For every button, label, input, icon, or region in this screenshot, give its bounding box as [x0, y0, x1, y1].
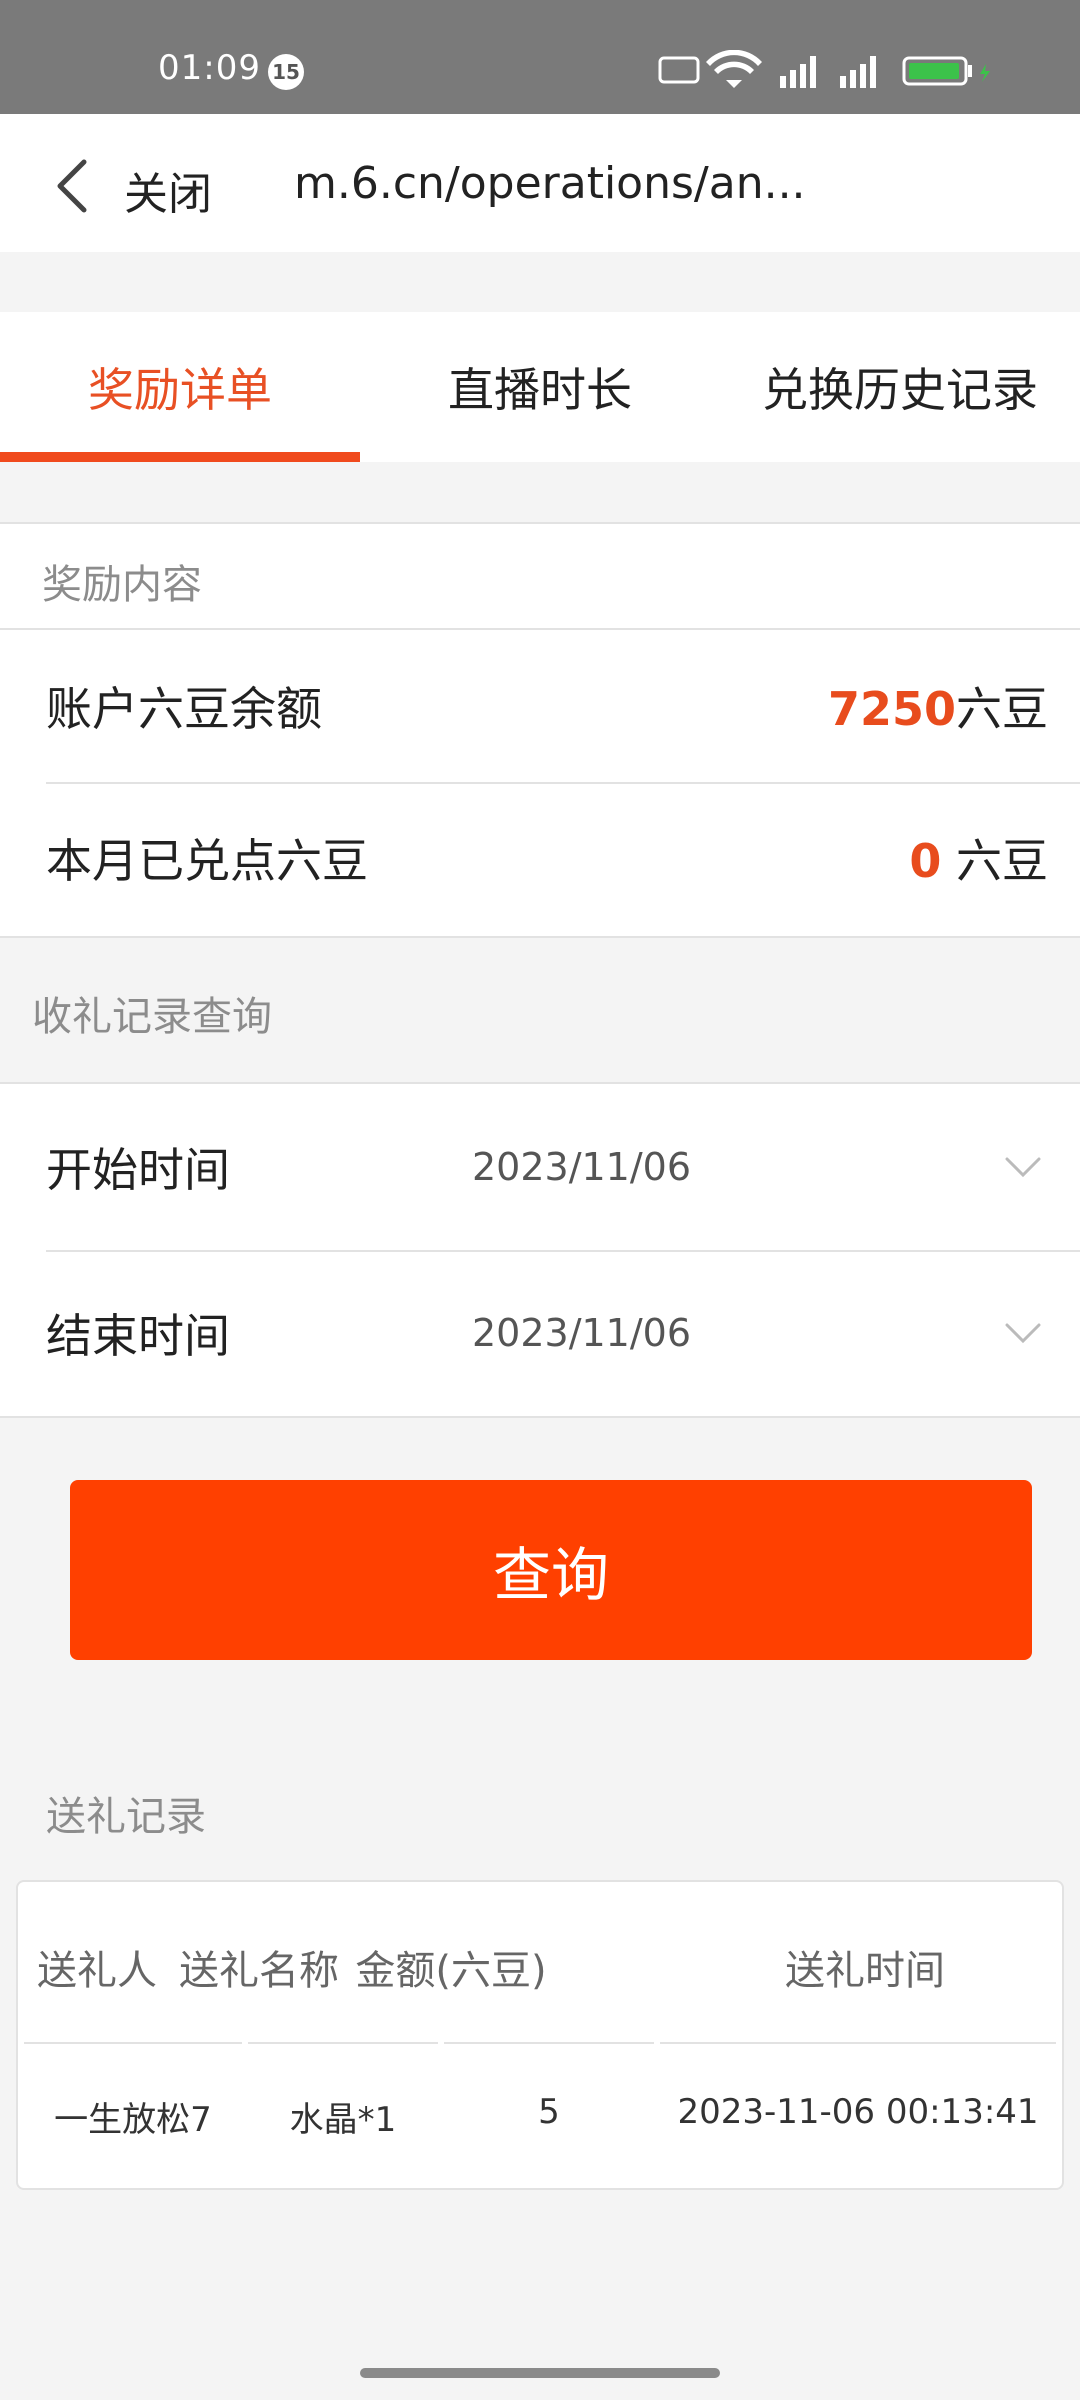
column-header-time: 送礼时间 — [785, 1948, 945, 1994]
home-indicator[interactable] — [360, 2368, 720, 2378]
reward-card: 奖励内容 账户六豆余额 7250六豆 本月已兑点六豆 0 六豆 — [0, 522, 1080, 938]
tab-bar: 奖励详单 直播时长 兑换历史记录 — [0, 312, 1080, 462]
balance-number: 7250 — [827, 682, 956, 736]
date-range-card: 开始时间 2023/11/06 结束时间 2023/11/06 — [0, 1082, 1080, 1418]
cell-gift-name: 水晶*1 — [289, 2100, 397, 2140]
redeemed-label: 本月已兑点六豆 — [46, 834, 368, 888]
balance-unit: 六豆 — [956, 682, 1048, 736]
hd-icon — [658, 56, 700, 84]
notification-badge: 15 — [268, 54, 304, 90]
status-time: 01:09 — [158, 48, 261, 88]
column-header-sender: 送礼人 — [37, 1948, 157, 1994]
chevron-down-icon[interactable] — [1004, 1156, 1042, 1178]
back-arrow-icon[interactable] — [52, 158, 92, 214]
tab-live-duration[interactable]: 直播时长 — [360, 312, 720, 462]
column-header-amount: 金额(六豆) — [355, 1948, 547, 1994]
end-date-value[interactable]: 2023/11/06 — [472, 1311, 691, 1355]
start-date-value[interactable]: 2023/11/06 — [472, 1145, 691, 1189]
status-icons — [658, 50, 990, 88]
cell-time: 2023-11-06 00:13:41 — [677, 2092, 1039, 2132]
redeemed-number: 0 — [909, 834, 942, 888]
signal-5g-icon — [780, 56, 816, 88]
balance-value: 7250六豆 — [828, 673, 1048, 739]
gift-records-table: 送礼人 送礼名称 金额(六豆) 送礼时间 一生放松7 水晶*1 5 2023-1… — [16, 1880, 1064, 2190]
close-button[interactable]: 关闭 — [124, 158, 212, 222]
signal-4g-icon — [840, 56, 876, 88]
browser-nav-bar: 关闭 m.6.cn/operations/an... — [0, 114, 1080, 252]
gift-records-section-title: 送礼记录 — [46, 1794, 206, 1840]
redeemed-value: 0 六豆 — [909, 825, 1048, 891]
battery-icon — [902, 56, 990, 86]
end-date-label: 结束时间 — [46, 1309, 230, 1363]
page-url: m.6.cn/operations/an... — [294, 158, 806, 209]
cell-sender: 一生放松7 — [54, 2100, 212, 2140]
start-date-row[interactable]: 开始时间 2023/11/06 — [0, 1084, 1080, 1250]
balance-row: 账户六豆余额 7250六豆 — [0, 630, 1080, 782]
start-date-label: 开始时间 — [46, 1143, 230, 1197]
column-header-gift-name: 送礼名称 — [179, 1948, 339, 1994]
reward-section-title: 奖励内容 — [42, 562, 202, 608]
cell-amount: 5 — [538, 2092, 560, 2132]
query-section-title: 收礼记录查询 — [32, 994, 272, 1040]
end-date-row[interactable]: 结束时间 2023/11/06 — [0, 1250, 1080, 1416]
chevron-down-icon[interactable] — [1004, 1322, 1042, 1344]
query-button[interactable]: 查询 — [70, 1480, 1032, 1660]
redeemed-unit: 六豆 — [956, 834, 1048, 888]
redeemed-row: 本月已兑点六豆 0 六豆 — [0, 782, 1080, 934]
tab-reward-details[interactable]: 奖励详单 — [0, 312, 360, 462]
wifi-icon — [706, 50, 762, 88]
balance-label: 账户六豆余额 — [46, 682, 322, 736]
status-bar: 01:09 15 — [0, 0, 1080, 114]
tab-exchange-history[interactable]: 兑换历史记录 — [720, 312, 1080, 462]
